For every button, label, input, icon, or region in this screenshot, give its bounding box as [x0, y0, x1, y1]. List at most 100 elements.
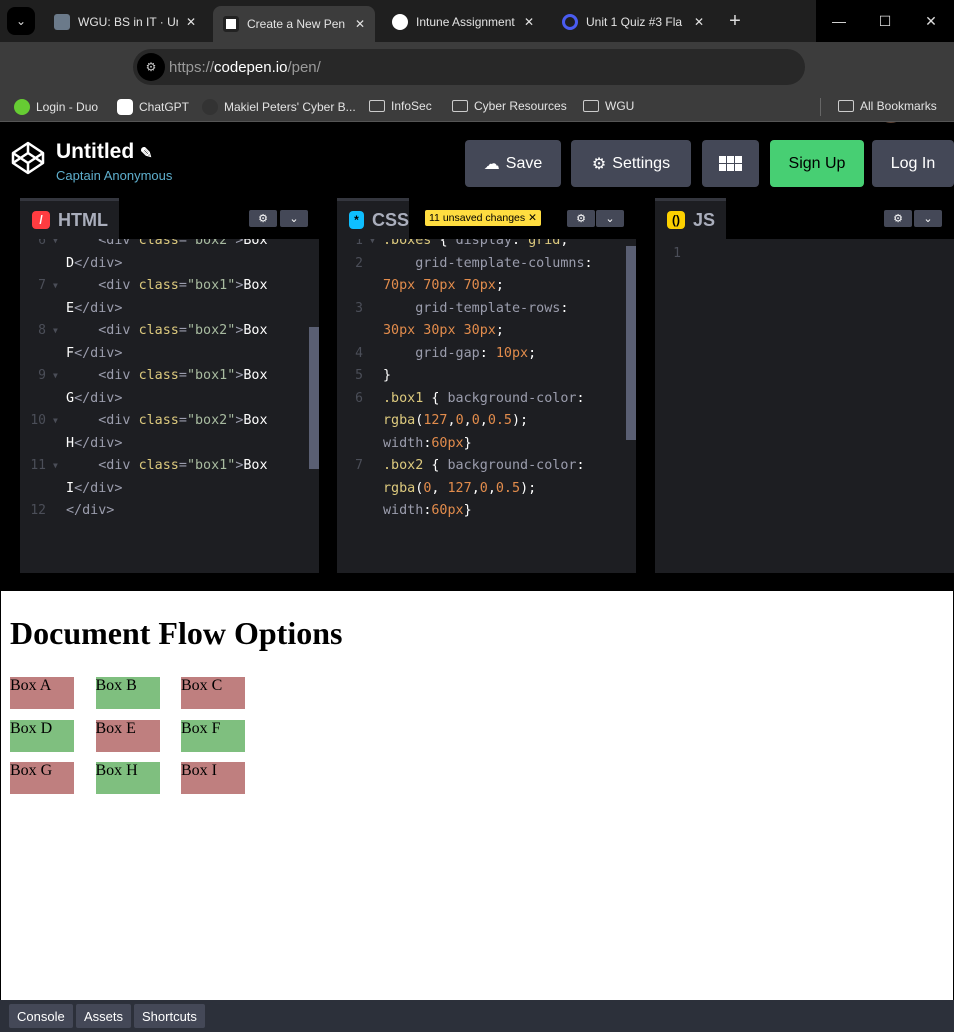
close-icon[interactable]: ✕ [186, 15, 196, 29]
url-bar[interactable]: ⚙ https://codepen.io/pen/ [133, 49, 805, 85]
scrollbar[interactable] [309, 327, 319, 469]
code-token: ; [495, 323, 504, 338]
code-token: 70px 70px 70px [383, 278, 496, 293]
code-line: rgba(127,0,0,0.5); [337, 410, 636, 433]
scrollbar[interactable] [626, 246, 636, 440]
browser-tab[interactable]: Intune Assignment ✕ [382, 7, 544, 36]
html-tab[interactable]: / HTML [20, 198, 119, 239]
preview-box: Box H [95, 762, 160, 794]
code-line: 5} [337, 365, 636, 388]
settings-button[interactable]: ⚙ Settings [571, 140, 691, 187]
close-icon[interactable]: ✕ [355, 17, 365, 31]
codepen-logo-icon[interactable] [10, 140, 46, 176]
close-icon[interactable]: ✕ [694, 15, 704, 29]
bookmark-cyber-resources[interactable]: Cyber Resources [452, 99, 567, 113]
save-button[interactable]: ☁ Save [465, 140, 561, 187]
line-number: 5 [355, 368, 363, 383]
chevron-down-button[interactable]: ⌄ [596, 210, 624, 227]
bookmark-infosec[interactable]: InfoSec [369, 99, 432, 113]
minimize-button[interactable]: — [816, 0, 862, 42]
code-token: class [138, 458, 179, 473]
save-label: Save [505, 154, 543, 172]
css-editor[interactable]: 1 ▼ .boxes { display: grid; 2 grid-template… [337, 198, 636, 573]
assets-button[interactable]: Assets [76, 1004, 132, 1028]
code-line: 11 ▼ <div class="box1">Box [20, 455, 319, 478]
site-info-icon[interactable]: ⚙ [137, 53, 165, 81]
shortcuts-button[interactable]: Shortcuts [134, 1004, 205, 1028]
new-tab-button[interactable]: + [722, 8, 748, 34]
code-token: "box1" [186, 278, 236, 293]
bookmark-cyber-blog[interactable]: Makiel Peters' Cyber B... [202, 99, 356, 115]
code-token: 60px [431, 503, 464, 518]
css-code[interactable]: 1 ▼ .boxes { display: grid; 2 grid-template… [337, 230, 636, 523]
log-in-button[interactable]: Log In [872, 140, 954, 187]
all-bookmarks[interactable]: All Bookmarks [838, 99, 937, 113]
code-token: rgba [383, 480, 416, 496]
code-line: F</div> [20, 343, 319, 366]
console-button[interactable]: Console [9, 1004, 73, 1028]
browser-tab-bar: ⌄ WGU: BS in IT · Ur ✕ Create a New Pen ✕ … [0, 0, 954, 42]
code-token: <div [66, 413, 139, 428]
code-token: I [66, 480, 75, 496]
code-token: } [383, 368, 392, 383]
folder-icon [838, 100, 854, 112]
pencil-icon[interactable]: ✎ [140, 145, 153, 162]
settings-gear-button[interactable]: ⚙ [567, 210, 595, 227]
fold-arrow-icon[interactable]: ▼ [53, 455, 58, 478]
sign-up-button[interactable]: Sign Up [770, 140, 864, 187]
code-token: width [383, 503, 424, 518]
close-icon[interactable]: ✕ [528, 212, 537, 224]
unsaved-changes-badge[interactable]: 11 unsaved changes ✕ [425, 210, 541, 226]
layout-button[interactable] [702, 140, 759, 187]
preview-box: Box C [181, 677, 245, 709]
bookmark-wgu[interactable]: WGU [583, 99, 634, 113]
fold-arrow-icon[interactable]: ▼ [53, 410, 58, 433]
js-tab[interactable]: () JS [655, 198, 726, 239]
chevron-down-button[interactable]: ⌄ [280, 210, 308, 227]
tab-search-button[interactable]: ⌄ [7, 7, 35, 35]
wgu-favicon [54, 13, 70, 30]
code-token: 0 [471, 413, 480, 428]
tab-title: Intune Assignment [416, 14, 515, 29]
html-code[interactable]: 6 ▼ <div class="box2">Box D</div> 7 ▼ <div c… [20, 230, 319, 523]
code-line: 12 </div> [20, 500, 319, 523]
code-token: Box [243, 323, 268, 338]
preview-box: Box I [181, 762, 245, 794]
fold-arrow-icon[interactable]: ▼ [53, 320, 58, 343]
browser-tab-active[interactable]: Create a New Pen ✕ [213, 6, 375, 42]
maximize-button[interactable]: ☐ [862, 0, 908, 42]
bookmark-login-duo[interactable]: Login - Duo [14, 99, 98, 115]
code-token: { [431, 458, 448, 473]
settings-gear-button[interactable]: ⚙ [249, 210, 277, 227]
code-line: 7 ▼ <div class="box1">Box [20, 275, 319, 298]
code-token: , [463, 413, 472, 428]
browser-tab[interactable]: Unit 1 Quiz #3 Fla ✕ [552, 7, 714, 36]
preview-box: Box E [95, 719, 160, 752]
preview-box: Box D [10, 719, 74, 752]
resize-handle[interactable] [0, 573, 954, 591]
code-token: </div> [74, 255, 123, 271]
browser-tab[interactable]: WGU: BS in IT · Ur ✕ [44, 7, 206, 36]
close-icon[interactable]: ✕ [524, 15, 534, 29]
fold-arrow-icon[interactable]: ▼ [53, 365, 58, 388]
pen-title[interactable]: Untitled ✎ [56, 140, 153, 164]
author-name[interactable]: Captain Anonymous [56, 168, 172, 183]
code-token: grid-template-rows [383, 300, 561, 316]
chevron-down-button[interactable]: ⌄ [914, 210, 942, 227]
js-editor[interactable]: 1 () JS ⚙ ⌄ [655, 198, 954, 573]
fold-arrow-icon[interactable]: ▼ [53, 275, 58, 298]
html-editor[interactable]: 6 ▼ <div class="box2">Box D</div> 7 ▼ <div c… [20, 198, 319, 573]
code-token: <div [66, 323, 139, 338]
code-token: : [560, 300, 569, 316]
css-tab[interactable]: * CSS [337, 198, 409, 239]
code-token: .box1 [383, 390, 432, 406]
bookmark-chatgpt[interactable]: ChatGPT [117, 99, 189, 115]
code-token: class [138, 323, 179, 338]
close-window-button[interactable]: ✕ [908, 0, 954, 42]
js-code[interactable]: 1 [655, 243, 954, 266]
code-token: E [66, 300, 75, 316]
line-number: 1 [673, 246, 681, 261]
settings-gear-button[interactable]: ⚙ [884, 210, 912, 227]
code-token: background-color [447, 458, 577, 473]
code-token: Box [243, 278, 268, 293]
